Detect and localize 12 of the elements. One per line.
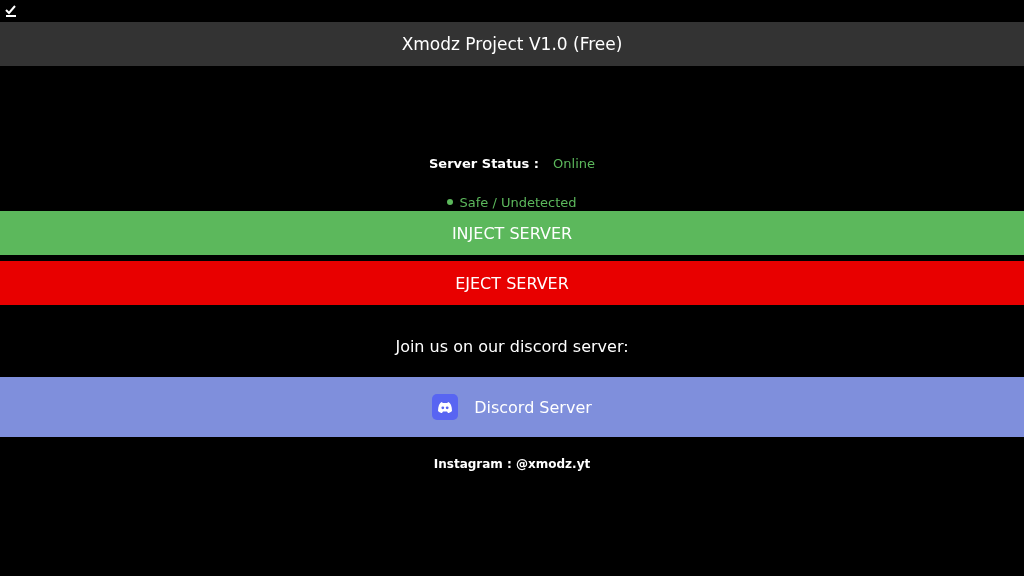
window-title: Xmodz Project V1.0 (Free)	[401, 34, 623, 54]
checkmark-icon[interactable]	[5, 5, 17, 17]
inject-button[interactable]: INJECT SERVER	[0, 211, 1024, 255]
discord-prompt: Join us on our discord server:	[395, 337, 629, 356]
status-value: Online	[553, 155, 595, 171]
discord-button[interactable]: Discord Server	[0, 377, 1024, 437]
dot-icon	[447, 199, 454, 205]
status-note: Safe / Undetected	[459, 194, 577, 210]
instagram-handle: Instagram : @xmodz.yt	[433, 457, 591, 471]
controller-icon	[432, 394, 459, 420]
status-label: Server Status :	[428, 155, 540, 171]
eject-button[interactable]: EJECT SERVER	[0, 261, 1024, 305]
